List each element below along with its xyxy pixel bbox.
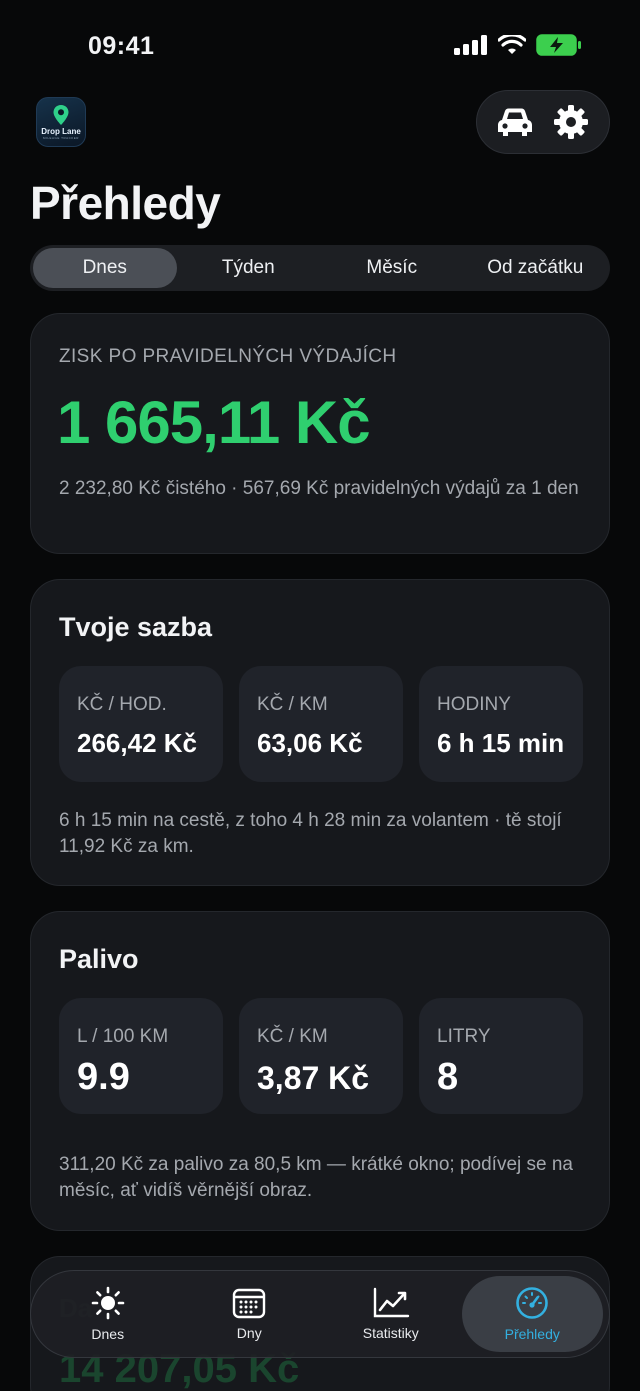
status-bar: 09:41 (0, 0, 640, 90)
vehicle-button[interactable] (491, 98, 539, 146)
rate-tile-hours: HODINY 6 h 15 min (419, 666, 583, 782)
rate-tiles: KČ / HOD. 266,42 Kč KČ / KM 63,06 Kč HOD… (59, 666, 583, 782)
signal-icon (454, 35, 487, 55)
app-brand-subtitle: MILEAGE TRACKER (43, 136, 79, 140)
rate-tile-per-km: KČ / KM 63,06 Kč (239, 666, 403, 782)
top-actions (476, 90, 610, 154)
battery-charging-icon (536, 34, 581, 56)
tile-value: 266,42 Kč (77, 728, 197, 758)
app-brand-name: Drop Lane (41, 127, 81, 136)
tile-label: KČ / KM (257, 1026, 328, 1047)
fuel-note: 311,20 Kč za palivo za 80,5 km — krátké … (59, 1154, 573, 1201)
tab-statistics[interactable]: Statistiky (320, 1276, 462, 1352)
settings-button[interactable] (547, 98, 595, 146)
tile-value: 63,06 Kč (257, 728, 363, 758)
profit-note: 2 232,80 Kč čistého · 567,69 Kč pravidel… (59, 478, 579, 499)
page-title: Přehledy (30, 177, 221, 229)
gauge-icon (516, 1287, 549, 1319)
tab-label: Dnes (91, 1326, 125, 1342)
tile-label: KČ / HOD. (77, 694, 167, 715)
segment-month[interactable]: Měsíc (320, 248, 464, 288)
tab-label: Přehledy (504, 1326, 560, 1342)
fuel-heading: Palivo (59, 944, 139, 974)
bottom-tab-bar: Dnes Dny Statistiky Přehledy (30, 1270, 610, 1358)
tile-value: 9.9 (77, 1056, 130, 1098)
fuel-tile-liters: LITRY 8 (419, 998, 583, 1114)
profit-label: ZISK PO PRAVIDELNÝCH VÝDAJÍCH (59, 346, 397, 367)
app-logo: Drop Lane MILEAGE TRACKER (36, 97, 86, 147)
fuel-tile-consumption: L / 100 KM 9.9 (59, 998, 223, 1114)
rate-card: Tvoje sazba KČ / HOD. 266,42 Kč KČ / KM … (30, 579, 610, 886)
status-icons (454, 34, 582, 56)
map-pin-icon (53, 105, 69, 125)
segment-all-time[interactable]: Od začátku (464, 248, 608, 288)
fuel-card: Palivo L / 100 KM 9.9 KČ / KM 3,87 Kč LI… (30, 911, 610, 1231)
rate-note: 6 h 15 min na cestě, z toho 4 h 28 min z… (59, 810, 562, 857)
wifi-icon (498, 35, 526, 54)
tile-label: KČ / KM (257, 694, 328, 715)
status-time: 09:41 (88, 32, 155, 60)
profit-card: ZISK PO PRAVIDELNÝCH VÝDAJÍCH 1 665,11 K… (30, 313, 610, 554)
sun-icon (91, 1286, 125, 1320)
fuel-tiles: L / 100 KM 9.9 KČ / KM 3,87 Kč LITRY 8 (59, 998, 583, 1114)
segment-today[interactable]: Dnes (33, 248, 177, 288)
tile-label: L / 100 KM (77, 1026, 169, 1047)
tile-label: LITRY (437, 1026, 491, 1047)
tile-value: 6 h 15 min (437, 728, 565, 758)
rate-heading: Tvoje sazba (59, 612, 213, 642)
gear-icon (554, 105, 588, 139)
period-segmented-control: Dnes Týden Měsíc Od začátku (30, 245, 610, 291)
tile-value: 8 (437, 1056, 459, 1098)
tab-days[interactable]: Dny (179, 1276, 321, 1352)
calendar-icon (233, 1288, 266, 1319)
tile-value: 3,87 Kč (257, 1060, 370, 1096)
tab-today[interactable]: Dnes (37, 1276, 179, 1352)
rate-tile-per-hour: KČ / HOD. 266,42 Kč (59, 666, 223, 782)
tile-label: HODINY (437, 694, 511, 715)
tab-overviews[interactable]: Přehledy (461, 1276, 603, 1352)
car-icon (498, 108, 532, 136)
tab-label: Dny (236, 1325, 262, 1341)
fuel-tile-per-km: KČ / KM 3,87 Kč (239, 998, 403, 1114)
tab-label: Statistiky (362, 1325, 419, 1341)
segment-week[interactable]: Týden (177, 248, 321, 288)
chart-line-icon (373, 1287, 409, 1318)
profit-value: 1 665,11 Kč (57, 389, 371, 456)
